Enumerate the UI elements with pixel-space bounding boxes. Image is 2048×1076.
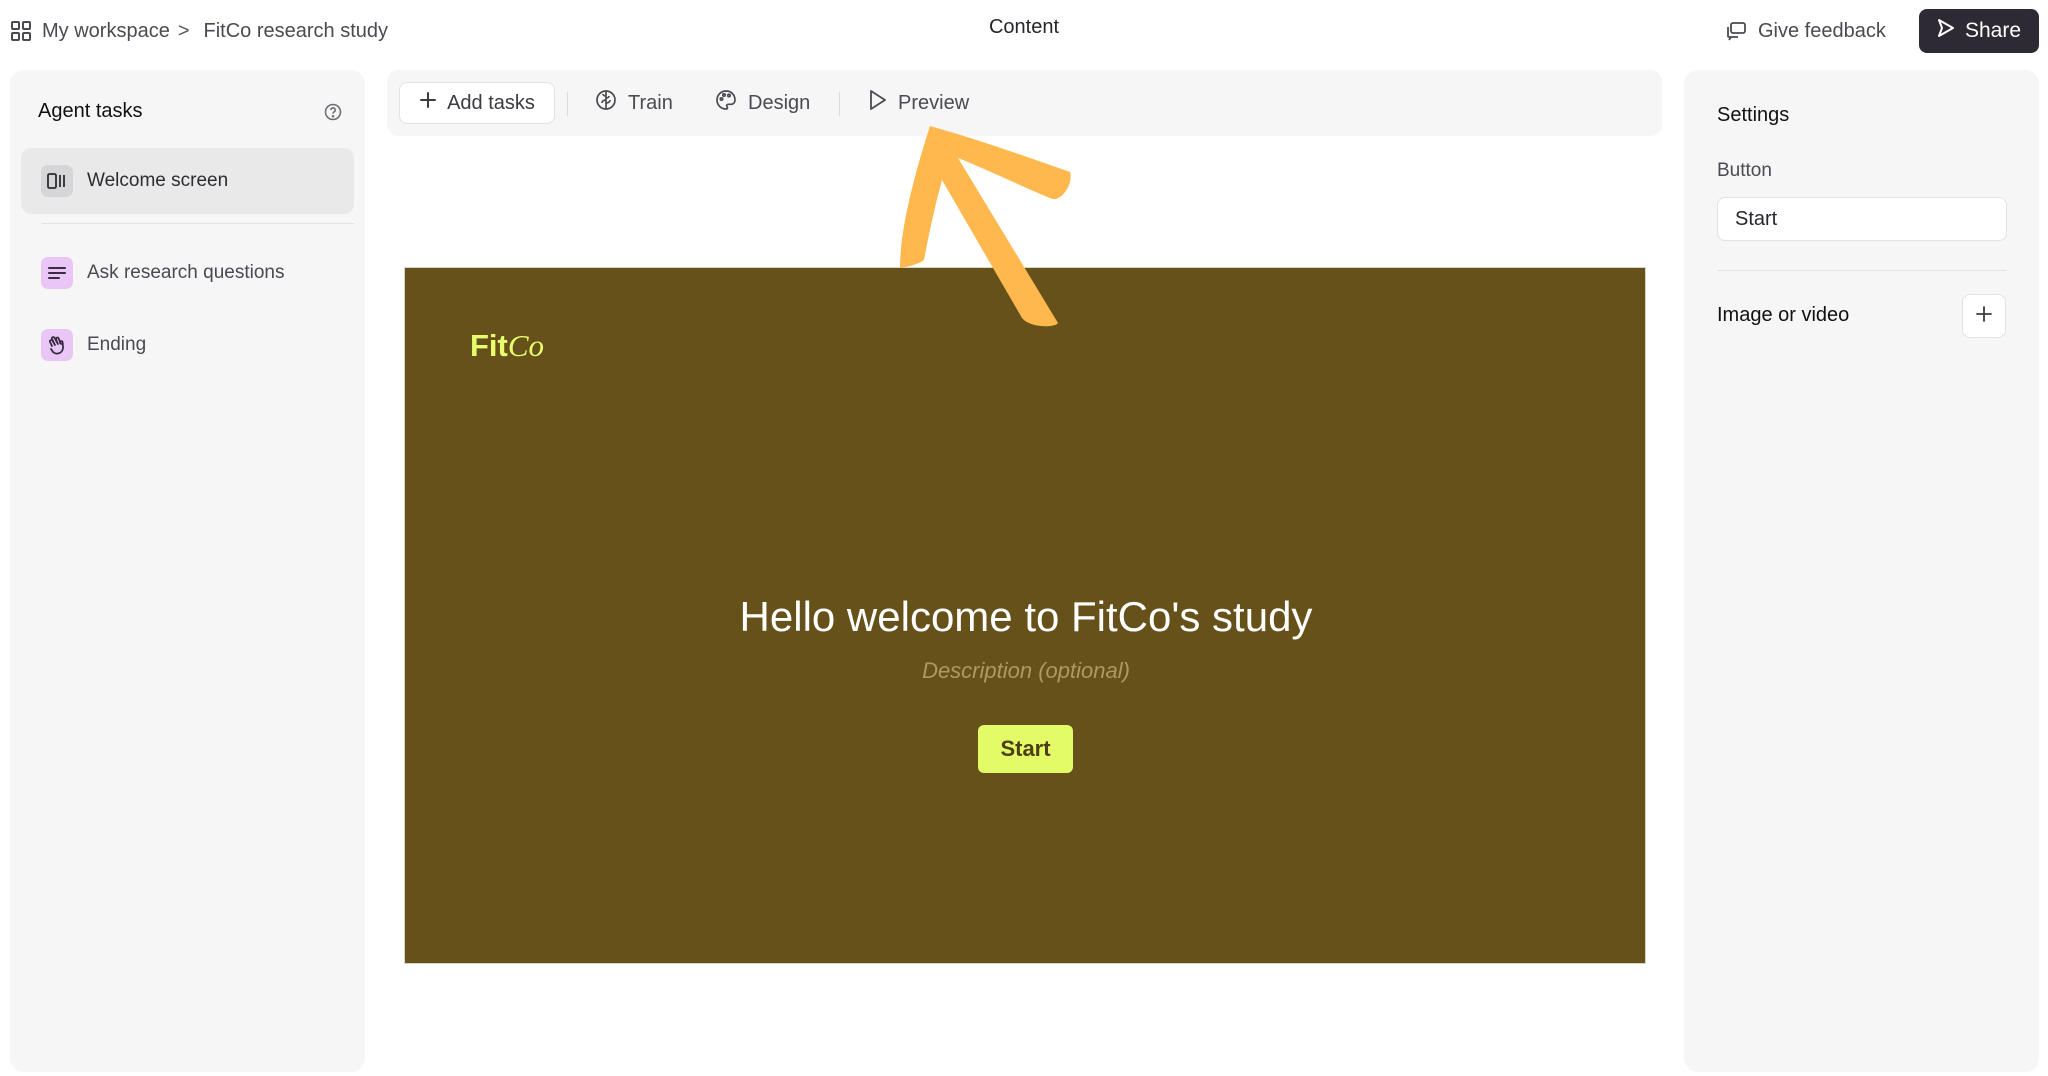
settings-title: Settings (1717, 104, 1790, 126)
sidebar-item-ask-research-questions[interactable]: Ask research questions (21, 240, 354, 306)
settings-divider (1717, 270, 2007, 271)
sidebar-item-ending[interactable]: Ending (21, 312, 354, 378)
design-button[interactable]: Design (714, 82, 810, 124)
add-tasks-label: Add tasks (447, 91, 535, 114)
plus-icon (419, 91, 437, 115)
feedback-label: Give feedback (1758, 19, 1886, 42)
logo-fit-text: Fit (470, 328, 508, 363)
sidebar-divider (42, 223, 354, 224)
play-icon (866, 88, 888, 118)
top-bar: My workspace > FitCo research study Cont… (0, 0, 2048, 62)
brain-icon (594, 88, 618, 118)
palette-icon (714, 88, 738, 118)
sidebar-item-label: Ending (87, 334, 147, 355)
toolbar-divider (567, 92, 568, 116)
list-lines-icon (41, 257, 73, 289)
send-icon (1937, 18, 1955, 44)
feedback-icon (1724, 19, 1748, 43)
welcome-title[interactable]: Hello welcome to FitCo's study (405, 593, 1647, 641)
wave-hand-icon (41, 329, 73, 361)
button-field-label: Button (1717, 160, 1772, 181)
preview-label: Preview (898, 91, 970, 114)
train-button[interactable]: Train (594, 82, 673, 124)
design-label: Design (748, 91, 811, 114)
welcome-screen-canvas[interactable]: Fit Co Hello welcome to FitCo's study De… (404, 267, 1646, 964)
settings-panel: Settings Button Start Image or video (1684, 70, 2039, 1072)
sidebar-item-label: Welcome screen (87, 170, 229, 191)
welcome-screen-icon (41, 165, 73, 197)
logo-co-text: Co (507, 328, 545, 363)
give-feedback-button[interactable]: Give feedback (1724, 16, 1886, 46)
sidebar-item-label: Ask research questions (87, 262, 285, 283)
start-button[interactable]: Start (978, 725, 1073, 773)
annotation-arrow-icon (900, 126, 1071, 327)
sidebar-header: Agent tasks (38, 100, 343, 123)
train-label: Train (628, 91, 673, 114)
add-media-button[interactable] (1962, 294, 2006, 338)
fitco-logo: Fit Co (470, 328, 544, 364)
app-root: My workspace > FitCo research study Cont… (0, 0, 2048, 1076)
share-button[interactable]: Share (1919, 9, 2039, 53)
plus-icon (1975, 305, 1993, 328)
image-or-video-label: Image or video (1717, 304, 1850, 326)
sidebar-item-welcome-screen[interactable]: Welcome screen (21, 148, 354, 214)
share-label: Share (1964, 19, 2022, 42)
welcome-description-placeholder[interactable]: Description (optional) (405, 658, 1647, 684)
agent-tasks-sidebar: Agent tasks Welcome screen Ask research … (10, 70, 365, 1072)
sidebar-title: Agent tasks (38, 100, 143, 122)
help-icon[interactable] (323, 102, 343, 122)
toolbar-divider (839, 92, 840, 116)
button-text-input[interactable]: Start (1717, 197, 2007, 241)
add-tasks-button[interactable]: Add tasks (399, 82, 555, 124)
